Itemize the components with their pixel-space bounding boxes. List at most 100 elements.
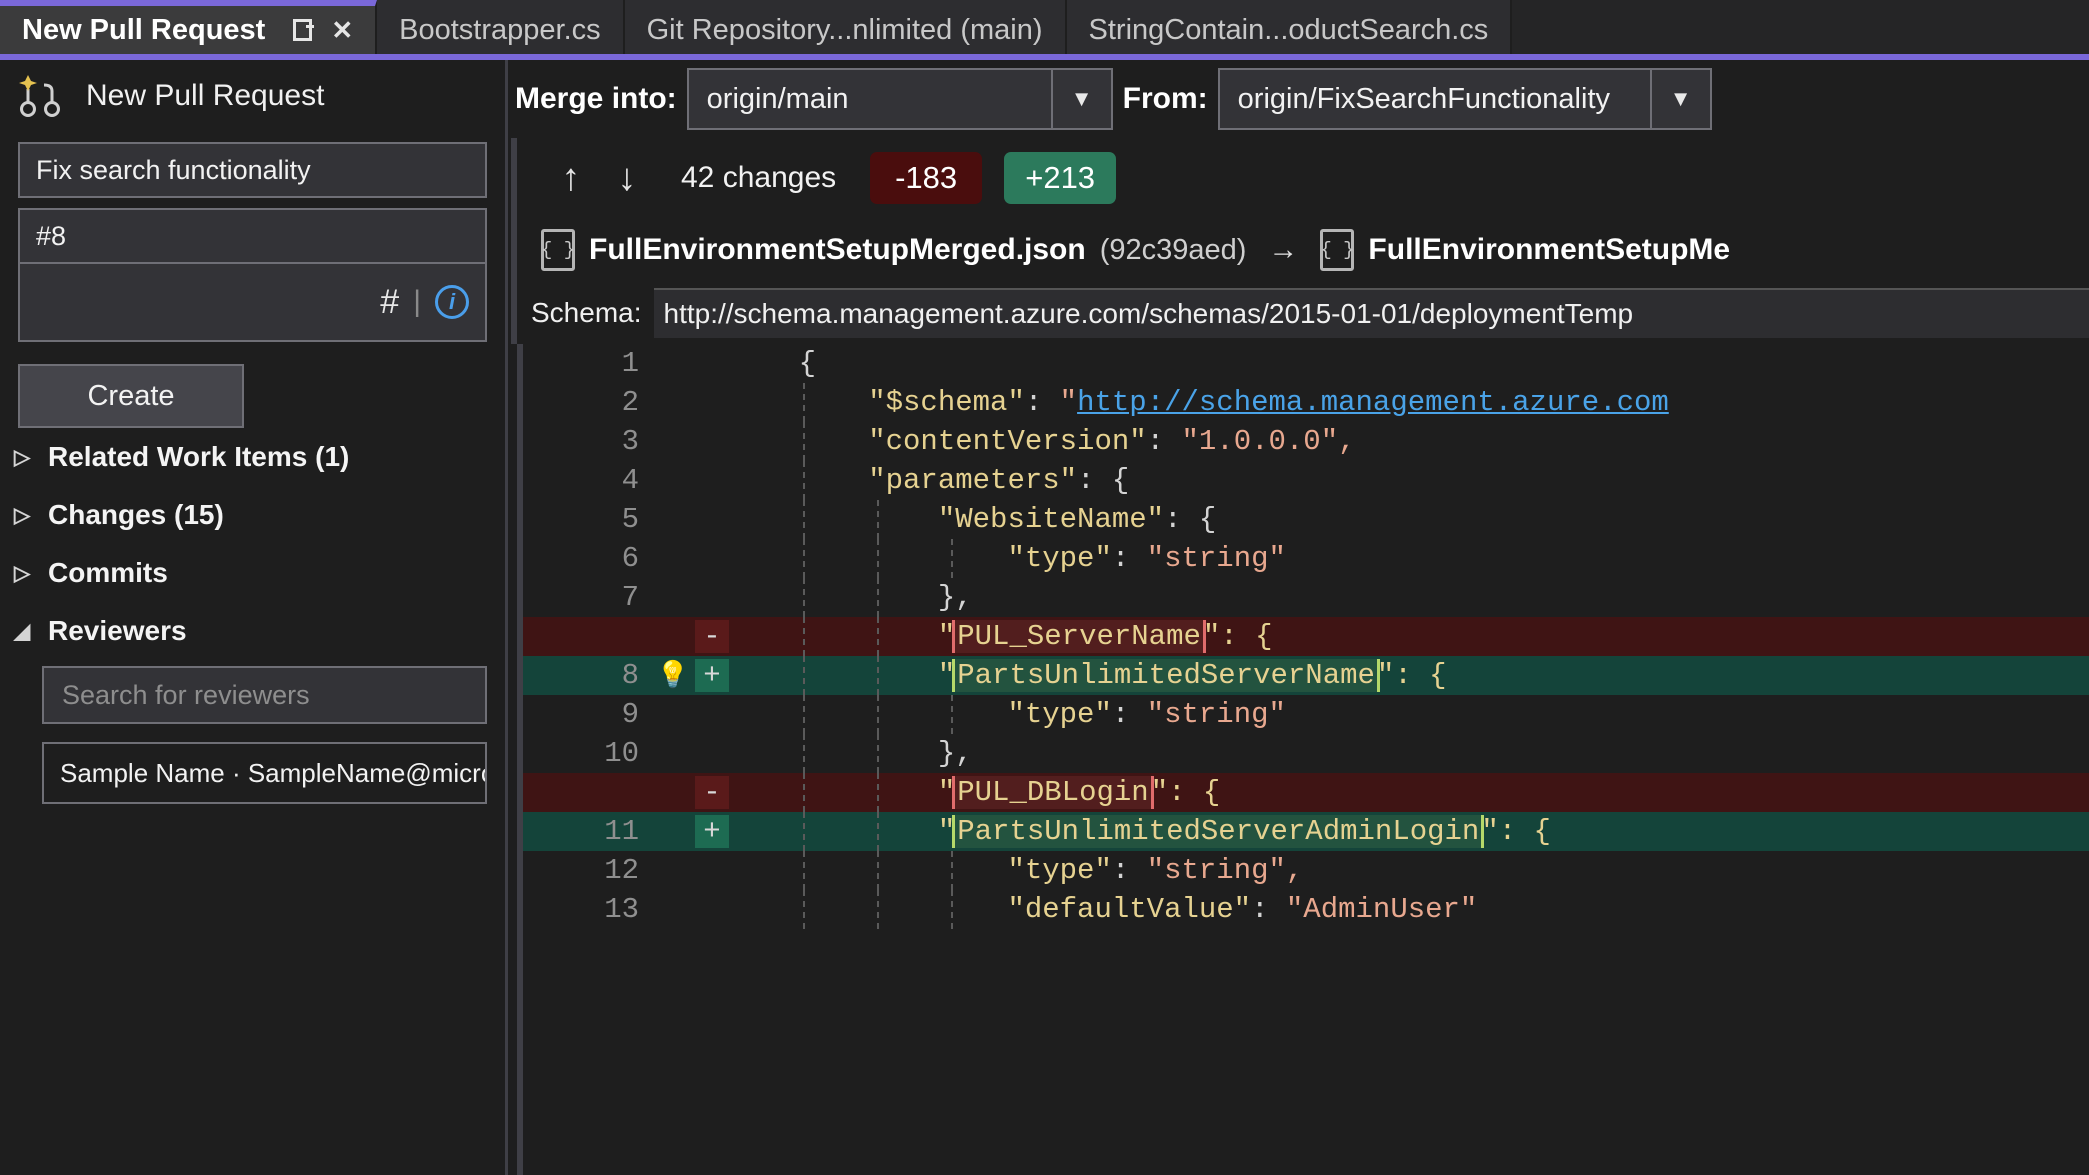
pull-request-main: Merge into: origin/main ▼ From: origin/F… — [511, 60, 2089, 1175]
reviewer-search-input[interactable]: Search for reviewers — [42, 666, 487, 724]
line-number: 7 — [621, 581, 639, 614]
code-line[interactable]: 11 + "PartsUnlimitedServerAdminLogin": { — [523, 812, 2089, 851]
pr-description-input[interactable]: # | i — [18, 264, 487, 342]
sidebar-item-commits[interactable]: ▷ Commits — [0, 544, 505, 602]
schema-label: Schema: — [531, 297, 642, 328]
indent-guide — [803, 422, 805, 461]
indent-guide — [877, 617, 879, 656]
sidebar-header: New Pull Request — [0, 60, 505, 132]
chevron-down-icon[interactable]: ▼ — [1050, 68, 1113, 130]
from-value: origin/FixSearchFunctionality — [1217, 68, 1650, 130]
tab-label: Bootstrapper.cs — [399, 13, 601, 46]
code-token: "AdminUser" — [1285, 893, 1478, 926]
json-file-icon: { } — [541, 229, 575, 271]
code-token: }, — [729, 737, 973, 770]
code-line[interactable]: 9 "type": "string" — [523, 695, 2089, 734]
new-file-name: FullEnvironmentSetupMe — [1368, 233, 1731, 266]
code-token: "parameters" — [729, 464, 1078, 497]
schema-value[interactable]: http://schema.management.azure.com/schem… — [653, 288, 2089, 338]
sidebar-item-reviewers[interactable]: ◢ Reviewers — [0, 602, 505, 660]
sidebar-item-related-work-items[interactable]: ▷ Related Work Items (1) — [0, 428, 505, 486]
diff-file-header: { } FullEnvironmentSetupMerged.json (92c… — [511, 218, 2089, 282]
line-number: 10 — [604, 737, 639, 770]
diff-marker: - — [695, 776, 729, 809]
code-line[interactable]: 10 }, — [523, 734, 2089, 773]
line-number: 11 — [604, 815, 639, 848]
code-token: : — [1251, 893, 1286, 926]
from-dropdown[interactable]: origin/FixSearchFunctionality ▼ — [1217, 68, 1712, 130]
code-line[interactable]: 4 "parameters": { — [523, 461, 2089, 500]
sidebar-item-label: Reviewers — [48, 615, 187, 646]
indent-guide — [803, 812, 805, 851]
code-token: : — [1111, 854, 1147, 887]
indent-guide — [803, 656, 805, 695]
code-line[interactable]: 2 "$schema": "http://schema.management.a… — [523, 383, 2089, 422]
tab-git-repository[interactable]: Git Repository...nlimited (main) — [624, 0, 1067, 60]
code-line[interactable]: 3 "contentVersion": "1.0.0.0", — [523, 422, 2089, 461]
code-token: PUL_DBLogin — [952, 776, 1154, 809]
code-text: "parameters": { — [729, 464, 2089, 497]
code-text: "PUL_DBLogin": { — [729, 776, 2089, 809]
tab-label: StringContain...oductSearch.cs — [1088, 13, 1489, 46]
pull-request-sidebar: New Pull Request Fix search functionalit… — [0, 60, 508, 1175]
sidebar-item-label: Related Work Items (1) — [48, 441, 350, 472]
indent-guide — [951, 890, 953, 929]
code-token: : — [1111, 542, 1147, 575]
code-token: "$schema" — [729, 386, 1025, 419]
indent-guide — [877, 890, 879, 929]
code-line[interactable]: - "PUL_DBLogin": { — [523, 773, 2089, 812]
code-text: "contentVersion": "1.0.0.0", — [729, 425, 2089, 458]
chevron-right-icon: ▷ — [14, 503, 31, 527]
line-number: 2 — [621, 386, 639, 419]
code-line[interactable]: 7 }, — [523, 578, 2089, 617]
indent-guide — [803, 383, 805, 422]
hash-icon[interactable]: # — [380, 285, 399, 319]
code-token: " — [729, 776, 956, 809]
code-line[interactable]: 5 "WebsiteName": { — [523, 500, 2089, 539]
tab-new-pull-request[interactable]: New Pull Request ✕ — [0, 0, 378, 60]
code-token: : — [1024, 386, 1060, 419]
arrow-up-icon[interactable]: ↑ — [543, 159, 599, 197]
pr-title-input[interactable]: Fix search functionality — [18, 142, 487, 198]
lightbulb-icon[interactable]: 💡 — [651, 660, 695, 691]
line-number: 6 — [621, 542, 639, 575]
chevron-down-icon: ◢ — [14, 619, 31, 643]
chevron-down-icon[interactable]: ▼ — [1649, 68, 1712, 130]
pin-icon[interactable] — [291, 16, 315, 44]
line-number: 13 — [604, 893, 639, 926]
close-icon[interactable]: ✕ — [331, 17, 353, 43]
indent-guide — [803, 734, 805, 773]
code-line[interactable]: 8 💡 + "PartsUnlimitedServerName": { — [523, 656, 2089, 695]
code-token: " — [1059, 386, 1078, 419]
chevron-right-icon: ▷ — [14, 561, 31, 585]
diff-editor[interactable]: 1 {2 "$schema": "http://schema.managemen… — [517, 344, 2089, 1175]
reviewer-list-item[interactable]: Sample Name · SampleName@microst — [42, 742, 487, 804]
code-line[interactable]: - "PUL_ServerName": { — [523, 617, 2089, 656]
line-number: 4 — [621, 464, 639, 497]
info-icon[interactable]: i — [435, 285, 469, 319]
arrow-down-icon[interactable]: ↓ — [599, 159, 655, 197]
tab-bootstrapper[interactable]: Bootstrapper.cs — [377, 0, 625, 60]
code-token: "type" — [729, 698, 1112, 731]
indent-guide — [803, 500, 805, 539]
sidebar-item-changes[interactable]: ▷ Changes (15) — [0, 486, 505, 544]
code-text: "type": "string", — [729, 854, 2089, 887]
changes-count-label: 42 changes — [681, 161, 837, 194]
create-button[interactable]: Create — [18, 364, 244, 428]
code-text: }, — [729, 581, 2089, 614]
indent-guide — [877, 851, 879, 890]
code-line[interactable]: 1 { — [523, 344, 2089, 383]
chevron-right-icon: ▷ — [14, 445, 31, 469]
code-line[interactable]: 13 "defaultValue": "AdminUser" — [523, 890, 2089, 929]
indent-guide — [877, 578, 879, 617]
indent-guide — [803, 539, 805, 578]
line-number: 1 — [621, 347, 639, 380]
merge-into-dropdown[interactable]: origin/main ▼ — [686, 68, 1113, 130]
code-line[interactable]: 6 "type": "string" — [523, 539, 2089, 578]
pr-id-input[interactable]: #8 — [18, 208, 487, 264]
code-line[interactable]: 12 "type": "string", — [523, 851, 2089, 890]
tab-string-contains[interactable]: StringContain...oductSearch.cs — [1066, 0, 1513, 60]
code-token: "string" — [1146, 698, 1286, 731]
code-token: "type" — [729, 542, 1112, 575]
json-file-icon: { } — [1320, 229, 1355, 271]
